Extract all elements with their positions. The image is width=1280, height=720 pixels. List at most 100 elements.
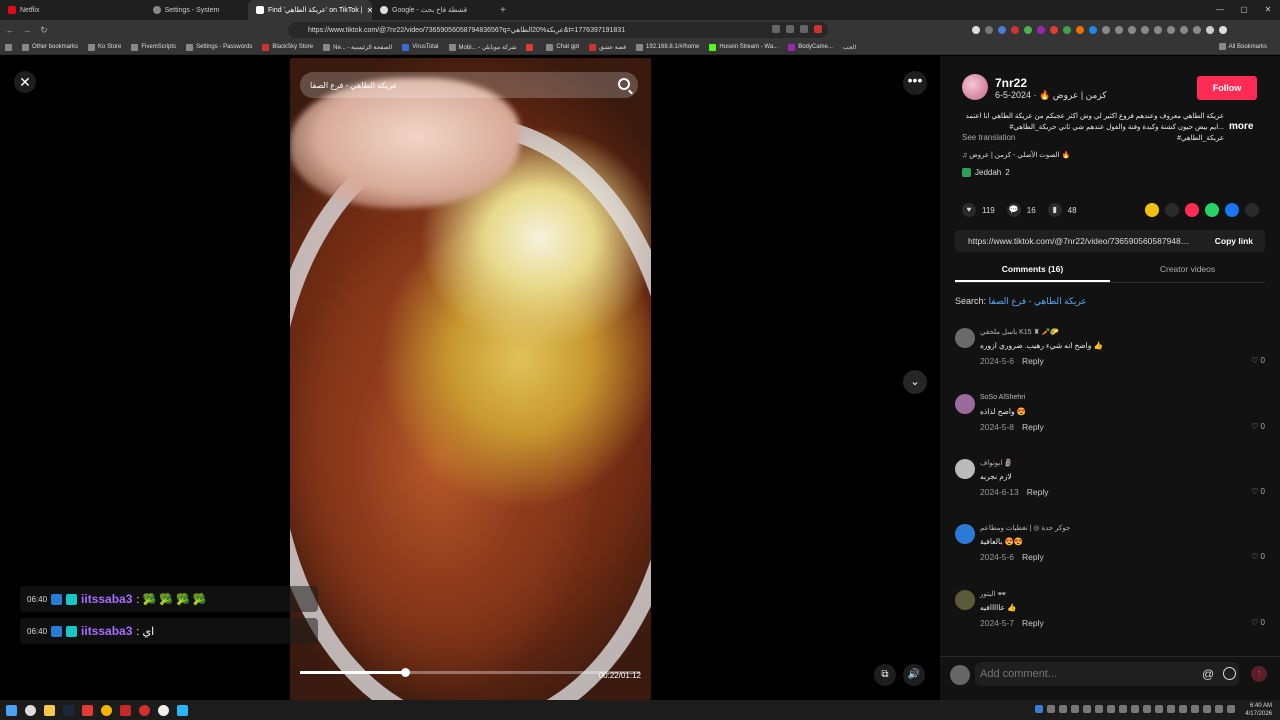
extension-icon[interactable] bbox=[1128, 26, 1136, 34]
search-icon[interactable] bbox=[618, 78, 630, 90]
extension-icon[interactable] bbox=[1011, 26, 1019, 34]
tray-icon[interactable] bbox=[1047, 705, 1055, 713]
video-progress-bar[interactable] bbox=[300, 668, 640, 677]
minimize-button[interactable]: — bbox=[1208, 0, 1232, 20]
comment-avatar[interactable] bbox=[955, 590, 975, 610]
video-search-bar[interactable]: عريكة الطاهي - فرع الصفا bbox=[300, 72, 638, 98]
app-icon[interactable] bbox=[82, 704, 93, 716]
extension-icon[interactable] bbox=[998, 26, 1006, 34]
extension-icon[interactable] bbox=[1180, 26, 1188, 34]
bookmark-item[interactable]: Mobi... - شركة موبايلي bbox=[444, 43, 522, 51]
music-info[interactable]: ♫ الصوت الأصلي - كزمن | عروض 🔥 bbox=[962, 151, 1070, 159]
tray-icon[interactable] bbox=[1071, 705, 1079, 713]
bookmark-item[interactable]: الجب bbox=[838, 44, 861, 51]
embed-icon[interactable] bbox=[1165, 203, 1179, 217]
pip-button[interactable]: ⧉ bbox=[874, 664, 896, 686]
tray-icon[interactable] bbox=[1167, 705, 1175, 713]
bookmark-item[interactable] bbox=[521, 43, 541, 51]
more-options-button[interactable]: ••• bbox=[903, 71, 927, 95]
tray-icon[interactable] bbox=[1143, 705, 1151, 713]
extension-icon[interactable] bbox=[1037, 26, 1045, 34]
windows-start-icon[interactable] bbox=[6, 704, 17, 716]
comment-avatar[interactable] bbox=[955, 459, 975, 479]
comment-avatar[interactable] bbox=[955, 394, 975, 414]
tab-settings[interactable]: Settings - System bbox=[124, 0, 248, 20]
url-field[interactable]: https://www.tiktok.com/@7nr22/video/7365… bbox=[288, 22, 828, 38]
comment-avatar[interactable] bbox=[955, 524, 975, 544]
steam-icon[interactable] bbox=[63, 704, 74, 716]
facebook-icon[interactable] bbox=[1225, 203, 1239, 217]
tab-tiktok[interactable]: Find 'عريكة الطاهي' on TikTok | ✕ bbox=[248, 0, 372, 20]
extension-icon[interactable] bbox=[1089, 26, 1097, 34]
extension-icon[interactable] bbox=[1102, 26, 1110, 34]
tab-netflix[interactable]: Netflix bbox=[0, 0, 124, 20]
system-clock[interactable]: 6:40 AM 4/17/2026 bbox=[1245, 702, 1272, 718]
extension-icon[interactable] bbox=[1193, 26, 1201, 34]
volume-button[interactable]: 🔊 bbox=[903, 664, 925, 686]
comment-username[interactable]: جوكر جدة ◎ | تغطيات ومطاعم bbox=[980, 524, 1070, 532]
save-button[interactable]: ▮ 48 bbox=[1047, 203, 1077, 217]
bookmark-item[interactable]: Ko Store bbox=[83, 43, 126, 51]
location-tag[interactable]: Jeddah 2 bbox=[962, 168, 1010, 177]
bookmark-star-icon[interactable] bbox=[814, 25, 822, 33]
bookmark-item[interactable]: Husein Stream - Wa... bbox=[704, 43, 783, 51]
extension-icon[interactable] bbox=[1050, 26, 1058, 34]
zoom-icon[interactable] bbox=[786, 25, 794, 33]
comment-like-button[interactable]: ♡ 0 bbox=[1251, 422, 1265, 431]
file-explorer-icon[interactable] bbox=[44, 704, 55, 716]
extension-icon[interactable] bbox=[1141, 26, 1149, 34]
cast-icon[interactable] bbox=[772, 25, 780, 33]
next-video-button[interactable]: ⌄ bbox=[903, 370, 927, 394]
bookmark-item[interactable]: BlackSky Store bbox=[257, 43, 318, 51]
comment-username[interactable]: ابونواف 🗿 bbox=[980, 459, 1013, 467]
add-comment-input[interactable] bbox=[975, 662, 1239, 686]
tray-icon[interactable] bbox=[1179, 705, 1187, 713]
tray-icon[interactable] bbox=[1095, 705, 1103, 713]
share-arrow-icon[interactable] bbox=[1245, 203, 1259, 217]
search-query-link[interactable]: عريكة الطاهي - فرع الصفا bbox=[989, 296, 1087, 306]
menu-icon[interactable] bbox=[1219, 26, 1227, 34]
tray-icon[interactable] bbox=[1119, 705, 1127, 713]
profile-icon[interactable] bbox=[1206, 26, 1214, 34]
author-name[interactable]: 7nr22 bbox=[995, 76, 1027, 90]
extension-icon[interactable] bbox=[985, 26, 993, 34]
bookmark-item[interactable]: FivemScripts bbox=[126, 43, 181, 51]
extension-icon[interactable] bbox=[1167, 26, 1175, 34]
reply-button[interactable]: Reply bbox=[1022, 552, 1044, 562]
app-icon[interactable] bbox=[120, 704, 131, 716]
see-translation-link[interactable]: See translation bbox=[962, 133, 1015, 142]
apps-icon[interactable] bbox=[0, 43, 17, 51]
all-bookmarks[interactable]: All Bookmarks bbox=[1214, 43, 1272, 50]
send-comment-button[interactable]: ↑ bbox=[1251, 666, 1267, 682]
extension-icon[interactable] bbox=[1115, 26, 1123, 34]
video-link[interactable]: https://www.tiktok.com/@7nr22/video/7365… bbox=[968, 236, 1193, 246]
app-icon[interactable] bbox=[139, 704, 150, 716]
more-link[interactable]: more bbox=[1229, 121, 1253, 132]
tab-comments[interactable]: Comments (16) bbox=[955, 259, 1110, 282]
copy-link-button[interactable]: Copy link bbox=[1215, 236, 1253, 246]
reply-button[interactable]: Reply bbox=[1022, 356, 1044, 366]
extension-icon[interactable] bbox=[1063, 26, 1071, 34]
comment-username[interactable]: اليتور 🕶 bbox=[980, 590, 1006, 598]
bookmark-item[interactable]: Settings - Passwords bbox=[181, 43, 257, 51]
tray-icon[interactable] bbox=[1083, 705, 1091, 713]
chrome-icon[interactable] bbox=[101, 704, 112, 716]
comment-like-button[interactable]: ♡ 0 bbox=[1251, 552, 1265, 561]
follow-button[interactable]: Follow bbox=[1197, 76, 1257, 100]
extension-icon[interactable] bbox=[1076, 26, 1084, 34]
comment-like-button[interactable]: ♡ 0 bbox=[1251, 487, 1265, 496]
close-window-button[interactable]: ✕ bbox=[1256, 0, 1280, 20]
tray-icon[interactable] bbox=[1107, 705, 1115, 713]
reload-icon[interactable]: ↻ bbox=[37, 25, 51, 36]
reply-button[interactable]: Reply bbox=[1022, 422, 1044, 432]
share-icon[interactable] bbox=[800, 25, 808, 33]
comment-like-button[interactable]: ♡ 0 bbox=[1251, 356, 1265, 365]
tray-icon[interactable] bbox=[1059, 705, 1067, 713]
new-tab-button[interactable]: + bbox=[500, 5, 506, 16]
bookmark-item[interactable]: Chat gpt bbox=[541, 43, 584, 51]
send-icon[interactable] bbox=[1185, 203, 1199, 217]
back-icon[interactable]: ← bbox=[3, 25, 17, 35]
bookmark-item[interactable]: Ne... - الصفحة الرئيسية bbox=[318, 43, 397, 51]
reply-button[interactable]: Reply bbox=[1027, 487, 1049, 497]
close-video-button[interactable]: ✕ bbox=[14, 71, 36, 93]
